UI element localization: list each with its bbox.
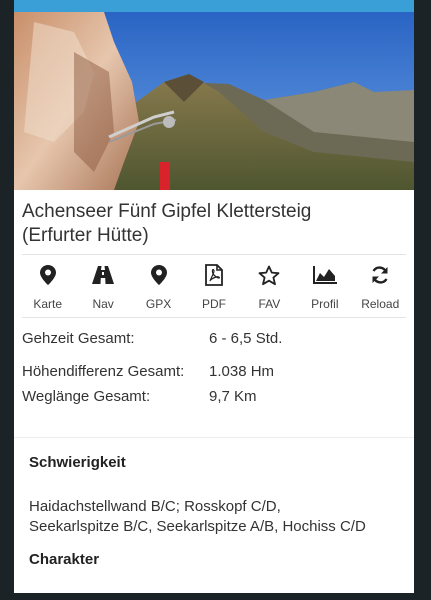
gpx-button[interactable]: GPX [131, 263, 186, 311]
nav-label: Nav [92, 297, 114, 311]
action-bar: Karte Nav GPX PDF FAV Profil Reload [14, 255, 414, 317]
fact-row: Höhendifferenz Gesamt: 1.038 Hm [22, 363, 406, 380]
karte-button[interactable]: Karte [20, 263, 75, 311]
character-section: Charakter [14, 537, 414, 568]
app-bar-strip [14, 0, 414, 12]
fact-value: 6 - 6,5 Std. [209, 330, 283, 347]
location-pin-icon [150, 263, 167, 287]
fact-value: 1.038 Hm [209, 363, 275, 380]
tour-title-line-2: (Erfurter Hütte) [22, 225, 149, 246]
fact-row: Weglänge Gesamt: 9,7 Km [22, 388, 406, 405]
character-heading: Charakter [29, 551, 100, 568]
difficulty-text-line-2: Seekarlspitze B/C, Seekarlspitze A/B, Ho… [29, 518, 366, 535]
device-bottom-edge [14, 593, 414, 600]
fact-row: Gehzeit Gesamt: 6 - 6,5 Std. [22, 330, 406, 347]
difficulty-section: Schwierigkeit Haidachstellwand B/C; Ross… [14, 438, 414, 537]
tour-detail-screen: Achenseer Fünf Gipfel Klettersteig (Erfu… [14, 12, 414, 600]
nav-button[interactable]: Nav [75, 263, 130, 311]
area-chart-icon [312, 263, 337, 287]
pdf-button[interactable]: PDF [186, 263, 241, 311]
profil-button[interactable]: Profil [297, 263, 352, 311]
pdf-file-icon [205, 263, 223, 287]
tour-title: Achenseer Fünf Gipfel Klettersteig (Erfu… [14, 190, 414, 254]
tour-facts: Gehzeit Gesamt: 6 - 6,5 Std. Höhendiffer… [14, 318, 414, 411]
difficulty-text: Haidachstellwand B/C; Rosskopf C/D, Seek… [29, 471, 399, 537]
reload-label: Reload [361, 297, 400, 311]
fav-button[interactable]: FAV [242, 263, 297, 311]
refresh-icon [370, 263, 390, 287]
device-bezel-right [414, 0, 431, 600]
device-bezel-left [0, 0, 14, 600]
reload-button[interactable]: Reload [353, 263, 408, 311]
profil-label: Profil [311, 297, 339, 311]
karte-label: Karte [33, 297, 63, 311]
pdf-label: PDF [201, 297, 226, 311]
road-icon [92, 263, 115, 287]
fact-key: Höhendifferenz Gesamt: [22, 363, 185, 380]
fav-label: FAV [258, 297, 281, 311]
fact-value: 9,7 Km [209, 388, 257, 405]
location-pin-icon [39, 263, 56, 287]
fact-key: Weglänge Gesamt: [22, 388, 151, 405]
difficulty-heading: Schwierigkeit [29, 454, 126, 471]
star-icon [258, 263, 280, 287]
tour-title-line-1: Achenseer Fünf Gipfel Klettersteig [22, 201, 312, 222]
fact-key: Gehzeit Gesamt: [22, 330, 135, 347]
difficulty-text-line-1: Haidachstellwand B/C; Rosskopf C/D, [29, 498, 281, 515]
tour-photo [14, 12, 414, 190]
gpx-label: GPX [145, 297, 172, 311]
